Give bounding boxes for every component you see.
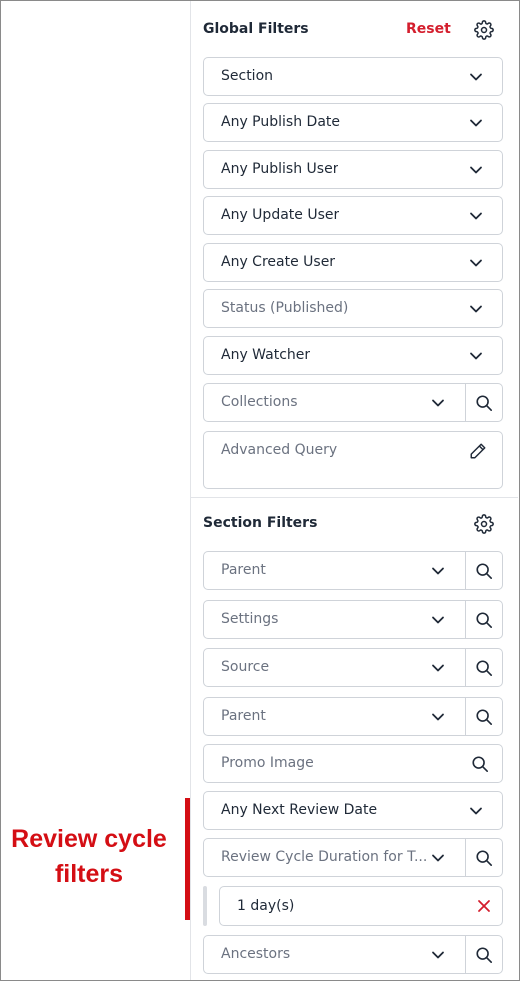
collections-placeholder: Collections xyxy=(221,394,298,410)
section-dropdown-label: Section xyxy=(221,68,274,84)
status-dropdown[interactable]: Status (Published) xyxy=(203,289,503,328)
publish-date-dropdown[interactable]: Any Publish Date xyxy=(203,103,503,142)
section-filters-title: Section Filters xyxy=(203,515,318,531)
next-review-date-dropdown[interactable]: Any Next Review Date xyxy=(203,791,503,830)
publish-date-label: Any Publish Date xyxy=(221,114,340,130)
annotation-line-2: filters xyxy=(54,860,124,888)
create-user-label: Any Create User xyxy=(221,254,336,270)
chevron-down-icon[interactable] xyxy=(430,660,446,676)
parent-placeholder: Parent xyxy=(221,562,266,578)
advanced-query-placeholder: Advanced Query xyxy=(221,442,338,458)
publish-user-dropdown[interactable]: Any Publish User xyxy=(203,150,503,189)
gear-icon[interactable] xyxy=(473,513,495,535)
field-separator xyxy=(465,552,466,589)
reset-button[interactable]: Reset xyxy=(406,21,451,37)
review-cycle-value-chip[interactable]: 1 day(s) xyxy=(219,886,503,926)
pencil-icon[interactable] xyxy=(468,441,488,461)
collections-dropdown[interactable]: Collections xyxy=(203,383,503,422)
chevron-down-icon[interactable] xyxy=(430,709,446,725)
watcher-dropdown[interactable]: Any Watcher xyxy=(203,336,503,375)
search-icon[interactable] xyxy=(474,707,494,727)
chevron-down-icon xyxy=(468,301,484,317)
review-cycle-value-row: 1 day(s) xyxy=(203,886,503,926)
chevron-down-icon xyxy=(468,208,484,224)
annotation-bar xyxy=(185,798,190,920)
section-divider xyxy=(191,497,518,498)
field-separator xyxy=(465,936,466,973)
promo-image-placeholder: Promo Image xyxy=(221,755,314,771)
close-icon[interactable] xyxy=(476,898,492,914)
field-separator xyxy=(465,601,466,638)
parent-dropdown-2[interactable]: Parent xyxy=(203,697,503,736)
settings-dropdown[interactable]: Settings xyxy=(203,600,503,639)
parent-placeholder-2: Parent xyxy=(221,708,266,724)
annotation-label: Review cycle filters xyxy=(6,822,172,892)
source-placeholder: Source xyxy=(221,659,270,675)
filters-panel: Global Filters Reset Section Any Publish… xyxy=(190,1,518,980)
create-user-dropdown[interactable]: Any Create User xyxy=(203,243,503,282)
field-separator xyxy=(465,839,466,876)
status-placeholder: Status (Published) xyxy=(221,300,349,316)
chevron-down-icon[interactable] xyxy=(430,395,446,411)
search-icon[interactable] xyxy=(474,393,494,413)
update-user-dropdown[interactable]: Any Update User xyxy=(203,196,503,235)
settings-placeholder: Settings xyxy=(221,611,279,627)
search-icon[interactable] xyxy=(474,658,494,678)
publish-user-label: Any Publish User xyxy=(221,161,339,177)
chevron-down-icon xyxy=(468,348,484,364)
search-icon[interactable] xyxy=(474,561,494,581)
chevron-down-icon[interactable] xyxy=(430,563,446,579)
chevron-down-icon[interactable] xyxy=(430,850,446,866)
next-review-date-label: Any Next Review Date xyxy=(221,802,378,818)
watcher-label: Any Watcher xyxy=(221,347,311,363)
source-dropdown[interactable]: Source xyxy=(203,648,503,687)
chevron-down-icon xyxy=(468,255,484,271)
chevron-down-icon[interactable] xyxy=(430,947,446,963)
advanced-query-input[interactable]: Advanced Query xyxy=(203,431,503,489)
chevron-down-icon xyxy=(468,115,484,131)
ancestors-dropdown[interactable]: Ancestors xyxy=(203,935,503,974)
gear-icon[interactable] xyxy=(473,19,495,41)
ancestors-placeholder: Ancestors xyxy=(221,946,291,962)
parent-dropdown[interactable]: Parent xyxy=(203,551,503,590)
chevron-down-icon[interactable] xyxy=(430,612,446,628)
review-cycle-duration-placeholder: Review Cycle Duration for T... xyxy=(221,849,428,865)
search-icon[interactable] xyxy=(470,754,490,774)
global-filters-title: Global Filters xyxy=(203,21,309,37)
chevron-down-icon xyxy=(468,803,484,819)
nested-indicator-bar xyxy=(203,886,207,926)
field-separator xyxy=(465,649,466,686)
update-user-label: Any Update User xyxy=(221,207,340,223)
chevron-down-icon xyxy=(468,162,484,178)
section-dropdown[interactable]: Section xyxy=(203,57,503,96)
field-separator xyxy=(465,384,466,421)
search-icon[interactable] xyxy=(474,610,494,630)
review-cycle-duration-dropdown[interactable]: Review Cycle Duration for T... xyxy=(203,838,503,877)
chevron-down-icon xyxy=(468,69,484,85)
search-icon[interactable] xyxy=(474,945,494,965)
review-cycle-value: 1 day(s) xyxy=(237,898,295,914)
annotation-line-1: Review cycle xyxy=(11,825,167,853)
search-icon[interactable] xyxy=(474,848,494,868)
promo-image-input[interactable]: Promo Image xyxy=(203,744,503,783)
field-separator xyxy=(465,698,466,735)
